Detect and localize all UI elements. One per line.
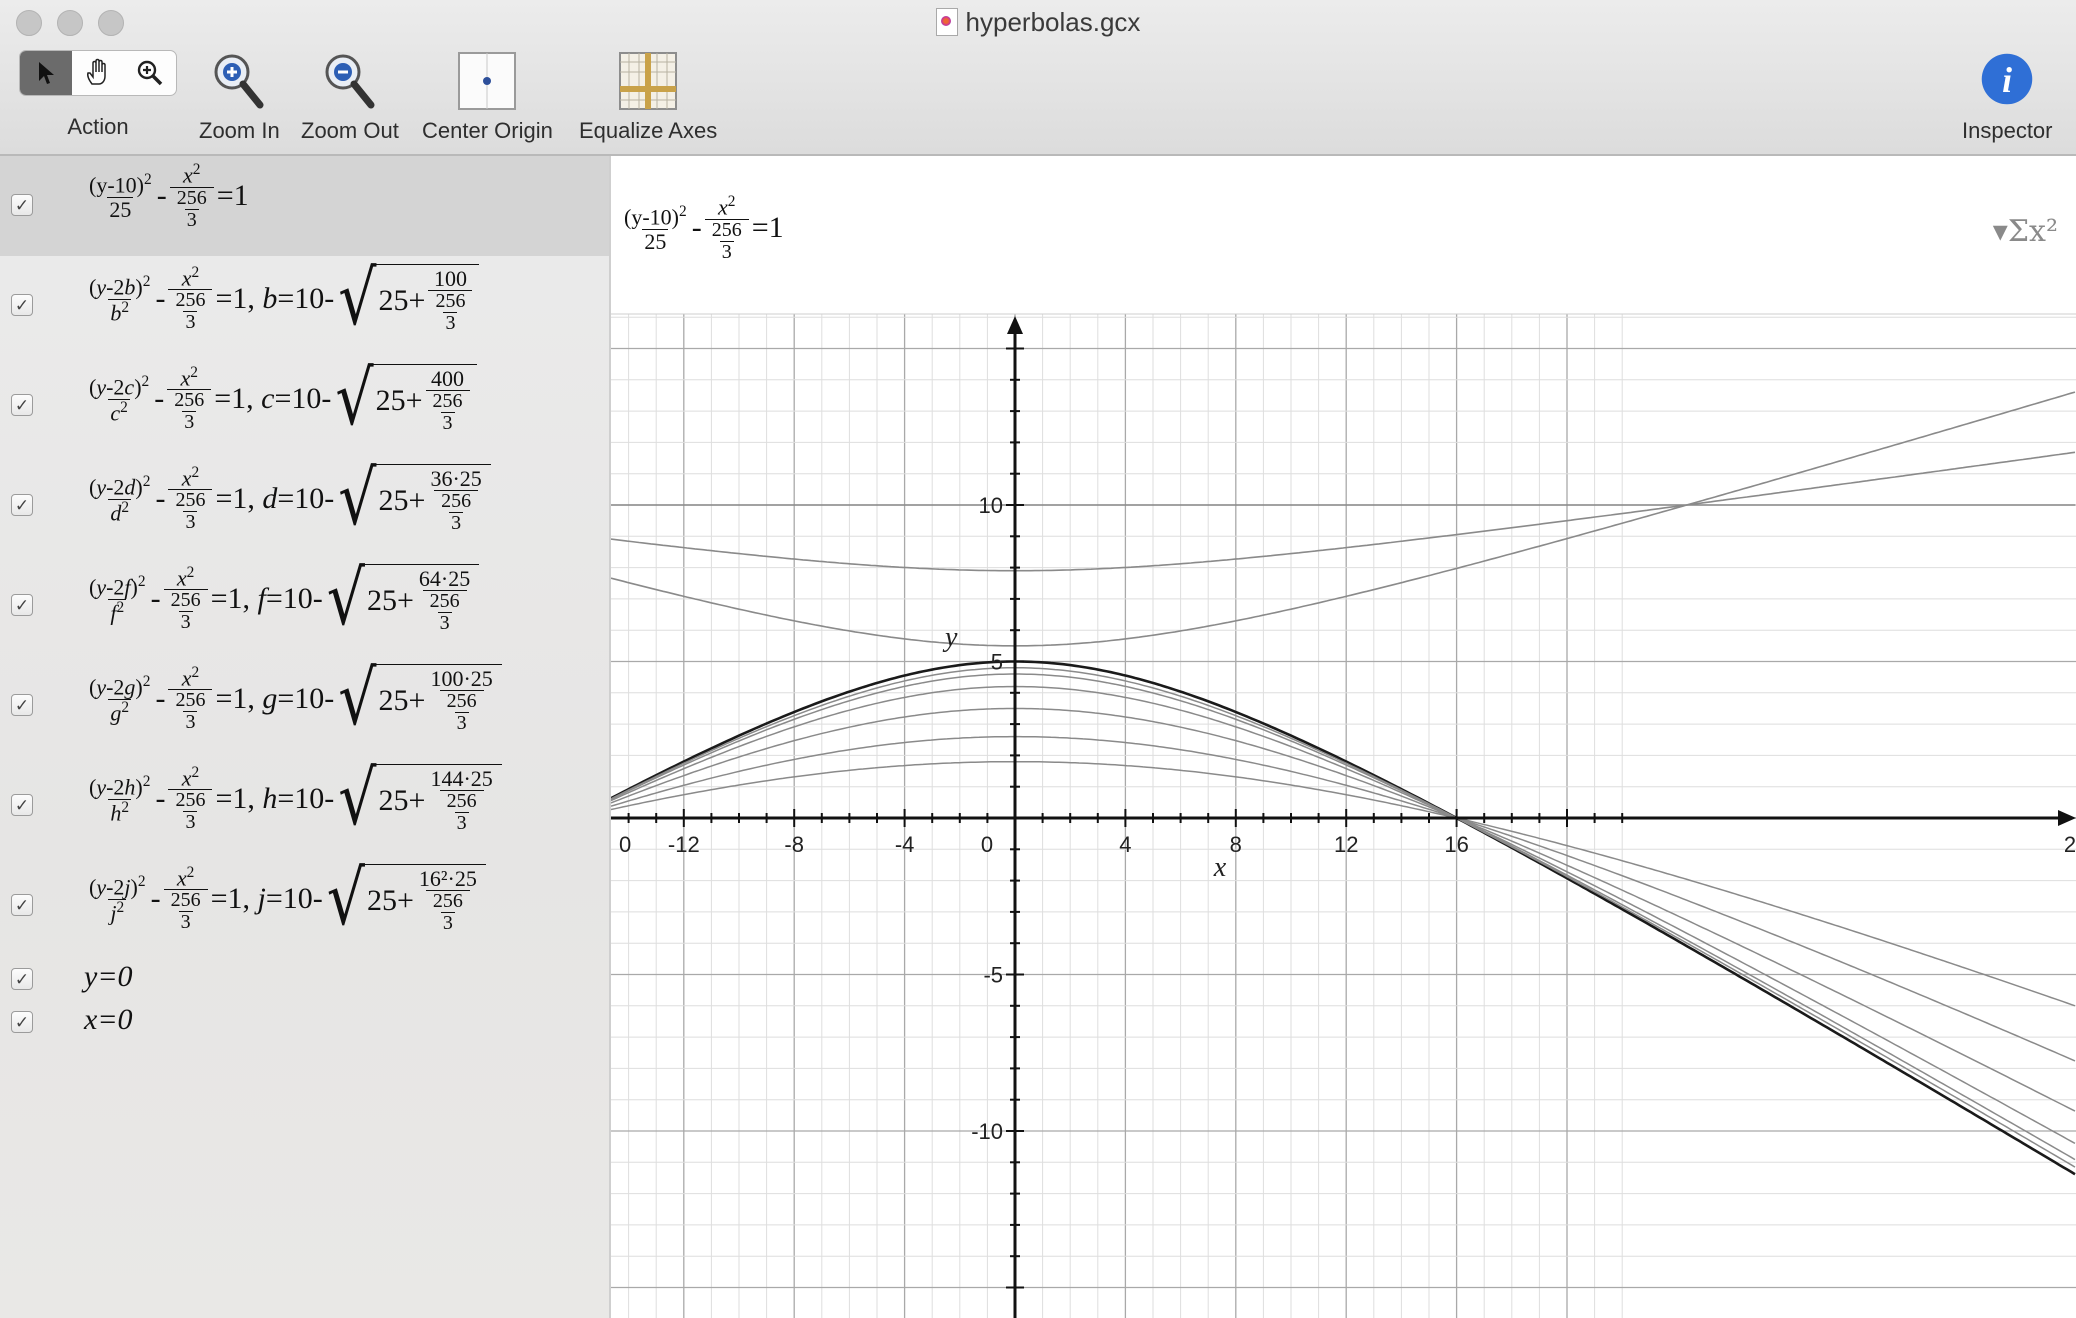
zoom-out-button[interactable]: Zoom Out — [301, 50, 399, 144]
hyperbola-curve — [611, 667, 2076, 1168]
equation-row[interactable]: ✓ (y-2c)2 c2- x2 256 3 =1, c =10- √ 25+ 400 256 3 — [0, 356, 609, 456]
graph-canvas[interactable]: 0-16-12-8-404812162105-5-10xy — [611, 156, 2076, 1318]
equation-row[interactable]: ✓ (y-2d)2 d2- x2 256 3 =1, d =10- √ 25+ 36·25 256 3 — [0, 456, 609, 556]
action-label: Action — [67, 114, 129, 139]
hyperbola-curve — [611, 760, 2076, 1007]
svg-text:i: i — [2002, 60, 2012, 100]
x-axis-label: x — [1213, 852, 1227, 883]
equation-text: (y-2c)2 c2- x2 256 3 =1, c =10- √ 25+ 400 256 3 — [84, 362, 477, 437]
equation-text: (y-2h)2 h2- x2 256 3 =1, h =10- √ 25+ 144·25 256 3 — [84, 762, 502, 837]
equation-text: (y-2j)2 j2- x2 256 3 =1, j =10- √ 25+ 16²·25 256 3 — [84, 862, 486, 937]
inspector-label: Inspector — [1962, 118, 2053, 143]
zoom-in-button[interactable]: Zoom In — [199, 50, 280, 144]
zoom-out-icon — [325, 54, 375, 109]
hyperbola-curve — [611, 660, 2076, 1176]
title-toolbar: hyperbolas.gcx Action Zoom In Zoom Out C… — [0, 0, 2076, 156]
hyperbola-curve — [611, 673, 2076, 1161]
equation-checkbox[interactable]: ✓ — [11, 594, 33, 616]
axes: 0-16-12-8-404812162105-5-10xy — [611, 316, 2076, 1318]
hyperbola-curve — [611, 451, 2076, 572]
hyperbola-curve — [611, 707, 2076, 1112]
equation-row[interactable]: ✓ (y-10)2 25 - x2 256 3 =1 — [0, 156, 609, 256]
equation-row[interactable]: ✓ x=0 — [0, 1002, 609, 1044]
y-tick-label: -5 — [983, 963, 1003, 988]
equation-checkbox[interactable]: ✓ — [11, 194, 33, 216]
center-origin-icon — [458, 52, 517, 110]
x-tick-label: -4 — [895, 832, 915, 857]
action-segmented-control[interactable] — [19, 50, 177, 96]
equation-checkbox[interactable]: ✓ — [11, 1011, 33, 1033]
equation-checkbox[interactable]: ✓ — [11, 494, 33, 516]
equation-list: ✓ (y-10)2 25 - x2 256 3 =1 ✓ (y-2b)2 b2- x2 256… — [0, 156, 611, 1318]
graph-pane[interactable]: (y-10)225 - x22563 =1 ▾Σx² 0-16-12-8-404… — [611, 156, 2076, 1318]
equation-text: x=0 — [84, 1003, 133, 1036]
x-axis-arrow — [2058, 810, 2076, 826]
equation-row[interactable]: ✓ (y-2g)2 g2- x2 256 3 =1, g =10- √ 25+ 100·25 256 3 — [0, 656, 609, 756]
hand-icon[interactable] — [72, 51, 124, 95]
equation-row[interactable]: ✓ y=0 — [0, 958, 609, 1000]
zoom-out-label: Zoom Out — [301, 118, 399, 143]
curves — [611, 391, 2076, 1176]
y-axis-arrow — [1007, 316, 1023, 334]
equation-row[interactable]: ✓ (y-2j)2 j2- x2 256 3 =1, j =10- √ 25+ 16²·25 256 3 — [0, 856, 609, 956]
y-tick-label: 5 — [991, 650, 1003, 675]
x-tick-label: 0 — [981, 832, 993, 857]
inspector-button[interactable]: i Inspector — [1962, 50, 2053, 144]
action-tool: Action — [19, 50, 177, 140]
equalize-axes-icon — [619, 52, 678, 110]
equation-text: (y-2b)2 b2- x2 256 3 =1, b =10- √ 25+ 100 256 3 — [84, 262, 480, 337]
equation-row[interactable]: ✓ (y-2b)2 b2- x2 256 3 =1, b =10- √ 25+ 100 256 3 — [0, 256, 609, 356]
x-tick-label: 0 — [619, 832, 631, 857]
equation-checkbox[interactable]: ✓ — [11, 794, 33, 816]
equation-text: (y-2f)2 f2- x2 256 3 =1, f =10- √ 25+ 64·25 256 3 — [84, 562, 480, 637]
equation-row[interactable]: ✓ (y-2f)2 f2- x2 256 3 =1, f =10- √ 25+ 64·25 256 3 — [0, 556, 609, 656]
y-tick-label: 10 — [979, 493, 1003, 518]
equation-text: (y-2g)2 g2- x2 256 3 =1, g =10- √ 25+ 100·25 256 3 — [84, 662, 502, 737]
equation-row[interactable]: ✓ (y-2h)2 h2- x2 256 3 =1, h =10- √ 25+ 144·25 256 3 — [0, 756, 609, 856]
x-tick-label: 8 — [1230, 832, 1242, 857]
equation-checkbox[interactable]: ✓ — [11, 294, 33, 316]
center-origin-button[interactable]: Center Origin — [422, 50, 553, 144]
center-origin-label: Center Origin — [422, 118, 553, 143]
x-tick-label: 4 — [1119, 832, 1131, 857]
x-tick-label: 12 — [1334, 832, 1358, 857]
equation-text: y=0 — [84, 960, 133, 993]
grid — [611, 313, 2076, 1318]
document-icon — [935, 8, 958, 36]
y-axis-label: y — [942, 622, 958, 653]
zoom-in-icon — [214, 54, 264, 109]
equation-checkbox[interactable]: ✓ — [11, 394, 33, 416]
equation-checkbox[interactable]: ✓ — [11, 968, 33, 990]
y-tick-label: -10 — [971, 1119, 1003, 1144]
zoom-in-label: Zoom In — [199, 118, 280, 143]
x-tick-label: -12 — [668, 832, 700, 857]
info-icon: i — [1981, 53, 2033, 105]
equation-text: (y-2d)2 d2- x2 256 3 =1, d =10- √ 25+ 36·25 256 3 — [84, 462, 491, 537]
equation-checkbox[interactable]: ✓ — [11, 694, 33, 716]
x-tick-label: 16 — [1444, 832, 1468, 857]
equation-text: (y-10)2 25 - x2 256 3 =1 — [89, 161, 249, 231]
hyperbola-curve — [611, 391, 2076, 647]
window-title: hyperbolas.gcx — [965, 7, 1141, 37]
equalize-axes-button[interactable]: Equalize Axes — [579, 50, 717, 144]
x-tick-label: -8 — [784, 832, 804, 857]
equation-checkbox[interactable]: ✓ — [11, 894, 33, 916]
x-tick-label: 2 — [2064, 832, 2076, 857]
window-title-area: hyperbolas.gcx — [0, 7, 2076, 38]
arrow-pointer-icon[interactable] — [20, 51, 72, 95]
magnifier-icon[interactable] — [124, 51, 176, 95]
equalize-axes-label: Equalize Axes — [579, 118, 718, 143]
hyperbola-curve — [611, 735, 2076, 1062]
